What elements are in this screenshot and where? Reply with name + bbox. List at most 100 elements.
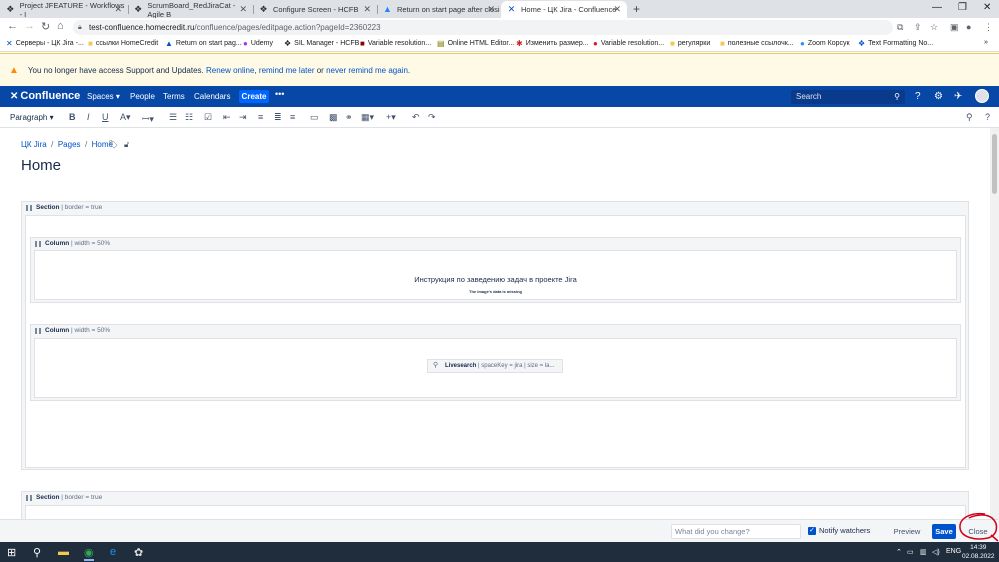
battery-icon[interactable]: ▭: [907, 548, 914, 556]
paragraph-style-dropdown[interactable]: Paragraph ▾: [10, 113, 54, 122]
checkbox-checked-icon[interactable]: ✓: [808, 526, 816, 535]
indent-icon[interactable]: ⇥: [239, 112, 247, 123]
breadcrumb-space[interactable]: ЦК Jira: [21, 140, 47, 149]
file-explorer-icon[interactable]: ▬: [58, 546, 69, 558]
close-window-icon[interactable]: ✕: [983, 2, 991, 13]
drag-handle-icon[interactable]: [35, 241, 41, 247]
more-icon[interactable]: •••: [275, 89, 284, 99]
align-left-icon[interactable]: ≡: [258, 112, 263, 122]
bookmark-item[interactable]: ● Udemy: [243, 39, 273, 48]
reload-icon[interactable]: ↻: [41, 20, 50, 33]
section-macro[interactable]: Section | border = true Column | width =…: [21, 201, 969, 470]
breadcrumb-pages[interactable]: Pages: [58, 140, 81, 149]
edge-icon[interactable]: e: [110, 546, 116, 558]
url-field[interactable]: 🔒︎ test-confluence.homecredit.ru/conflue…: [73, 20, 893, 35]
extensions-icon[interactable]: ▣: [950, 22, 959, 33]
bookmark-item[interactable]: ■ полезные ссылочк...: [720, 39, 794, 48]
image-missing-placeholder[interactable]: The image's data is missing: [35, 289, 956, 294]
share-icon[interactable]: ⇪: [914, 22, 922, 33]
bookmark-item[interactable]: ■ ссылки HomeCredit: [88, 39, 158, 48]
scrollbar-thumb[interactable]: [992, 134, 997, 194]
language-indicator[interactable]: ENG: [946, 548, 961, 555]
notifications-icon[interactable]: ✈: [954, 91, 962, 102]
profile-icon[interactable]: ●: [966, 22, 971, 32]
nav-terms[interactable]: Terms: [163, 92, 185, 101]
italic-icon[interactable]: I: [87, 112, 90, 122]
settings-gear-icon[interactable]: ⚙: [934, 91, 943, 102]
create-button[interactable]: Create: [239, 90, 269, 103]
nav-calendars[interactable]: Calendars: [194, 92, 230, 101]
notify-watchers-checkbox[interactable]: ✓ Notify watchers: [808, 526, 870, 535]
clock[interactable]: 14:39 02.08.2022: [962, 543, 995, 561]
browser-tab-configure-screen[interactable]: ❖ Configure Screen - HCFB ✕: [253, 1, 377, 18]
windows-start-icon[interactable]: ⊞: [7, 546, 16, 559]
browser-tab-workflows[interactable]: ❖ Project JFEATURE - Workflows - I ✕: [0, 1, 128, 19]
table-icon[interactable]: ▦▾: [361, 112, 374, 123]
help-icon[interactable]: ?: [915, 91, 921, 102]
outdent-icon[interactable]: ⇤: [223, 112, 231, 123]
help-icon[interactable]: ?: [985, 112, 990, 122]
browser-tab-return-start[interactable]: ▲ Return on start page after closi ✕: [377, 1, 501, 18]
preview-button[interactable]: Preview: [888, 524, 926, 539]
browser-tab-confluence-home[interactable]: ✕ Home - ЦК Jira - Confluence ✕: [501, 1, 627, 18]
layout-icon[interactable]: ▭: [310, 112, 319, 123]
bookmark-item[interactable]: ❖ Text Formatting No...: [858, 39, 933, 48]
close-tab-icon[interactable]: ✕: [487, 4, 495, 15]
volume-icon[interactable]: ◁): [932, 548, 940, 556]
column-macro[interactable]: Column | width = 50% Инструкция по завед…: [30, 237, 961, 303]
renew-online-link[interactable]: Renew online: [206, 66, 254, 75]
page-title[interactable]: Home: [21, 157, 61, 174]
restrictions-lock-icon[interactable]: 🔓︎: [124, 140, 129, 150]
bookmark-item[interactable]: ■ Variable resolution...: [360, 39, 431, 48]
remind-later-link[interactable]: remind me later: [259, 66, 315, 75]
menu-dots-icon[interactable]: ⋮: [984, 22, 993, 33]
numbered-list-icon[interactable]: ☷: [185, 112, 193, 123]
search-icon[interactable]: ⚲: [33, 546, 41, 559]
back-icon[interactable]: ←: [7, 20, 18, 32]
restore-icon[interactable]: ❐: [958, 2, 967, 13]
close-tab-icon[interactable]: ✕: [363, 4, 371, 15]
browser-tab-scrumboard[interactable]: ❖ ScrumBoard_RedJiraCat - Agile B ✕: [128, 1, 253, 19]
close-tab-icon[interactable]: ✕: [239, 4, 247, 15]
instruction-text[interactable]: Инструкция по заведению задач в проекте …: [35, 275, 956, 284]
bookmark-star-icon[interactable]: ☆: [930, 22, 938, 33]
find-replace-icon[interactable]: ⚲: [966, 112, 973, 123]
label-tag-icon[interactable]: 🏷︎: [108, 140, 118, 149]
nav-spaces[interactable]: Spaces ▾: [87, 92, 120, 101]
image-icon[interactable]: ▩: [329, 112, 338, 123]
bookmark-item[interactable]: ✕ Серверы - ЦК Jira -...: [6, 39, 84, 48]
bold-icon[interactable]: B: [69, 112, 76, 122]
bookmark-item[interactable]: ❖ SIL Manager - HCFB: [284, 39, 359, 48]
column-macro[interactable]: Column | width = 50% ⚲ Livesearch | spac…: [30, 324, 961, 401]
drag-handle-icon[interactable]: [26, 495, 32, 501]
save-button[interactable]: Save: [932, 524, 956, 539]
search-input[interactable]: Search ⚲: [791, 90, 905, 104]
align-right-icon[interactable]: ≡: [290, 112, 295, 122]
bookmark-item[interactable]: ▲ Return on start pag...: [165, 39, 242, 48]
nav-people[interactable]: People: [130, 92, 155, 101]
change-comment-input[interactable]: What did you change?: [671, 524, 801, 539]
section-macro[interactable]: Section | border = true: [21, 491, 969, 520]
confluence-logo[interactable]: ✕ Confluence: [10, 90, 80, 102]
underline-icon[interactable]: U: [102, 112, 109, 122]
drag-handle-icon[interactable]: [26, 205, 32, 211]
bookmark-item[interactable]: ● Variable resolution...: [593, 39, 664, 48]
drag-handle-icon[interactable]: [35, 328, 41, 334]
never-remind-link[interactable]: never remind me again: [326, 66, 408, 75]
bullet-list-icon[interactable]: ☰: [169, 112, 177, 123]
close-tab-icon[interactable]: ✕: [613, 4, 621, 15]
forward-icon[interactable]: →: [24, 20, 35, 32]
more-bookmarks-icon[interactable]: »: [984, 39, 988, 46]
livesearch-macro[interactable]: ⚲ Livesearch | spaceKey = jira | size = …: [427, 359, 563, 373]
user-avatar[interactable]: [975, 89, 989, 103]
bookmark-item[interactable]: ▤ Online HTML Editor...: [437, 39, 514, 48]
new-tab-icon[interactable]: +: [633, 2, 640, 16]
format-more-icon[interactable]: ꟷ▾: [142, 112, 154, 125]
tray-up-icon[interactable]: ⌃: [896, 548, 902, 556]
translate-icon[interactable]: ⧉: [897, 22, 903, 33]
chrome-icon[interactable]: ◉: [84, 546, 94, 561]
undo-icon[interactable]: ↶: [412, 112, 420, 123]
minimize-icon[interactable]: —: [932, 2, 942, 13]
redo-icon[interactable]: ↷: [428, 112, 436, 123]
text-color-icon[interactable]: A▾: [120, 112, 131, 123]
